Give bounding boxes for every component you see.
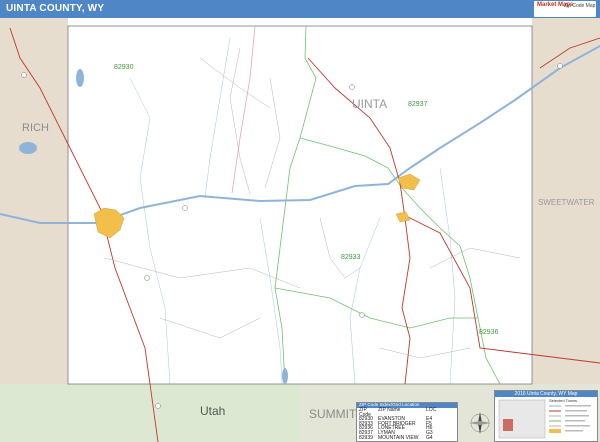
- label-rich-county: RICH: [22, 122, 49, 134]
- zip-index-table: ZIP Code Index/Grid Location ZIP Code ZI…: [356, 402, 458, 442]
- inset-county-highlight: [503, 419, 513, 431]
- lake-2: [19, 142, 37, 154]
- zip-label: 82937: [408, 101, 428, 108]
- zip-code-cell: 82939: [359, 434, 373, 441]
- label-sweetwater-county: SWEETWATER: [538, 198, 595, 207]
- legend-swatches: [549, 405, 561, 433]
- compass-rose-icon: [469, 412, 491, 434]
- inset-legend: 2016 Uinta County, WY Map Selected Towns: [494, 390, 598, 442]
- legend-text-lines: [565, 405, 591, 432]
- label-utah-state: Utah: [200, 404, 226, 418]
- lake-1: [76, 69, 84, 87]
- map-svg: [0, 18, 600, 442]
- map-title: UINTA COUNTY, WY: [6, 3, 105, 14]
- rich-county-area: [0, 18, 68, 384]
- zip-label: 82930: [114, 64, 134, 71]
- zip-index-row: 82939 MOUNTAIN VIEW G4: [357, 434, 457, 441]
- lake-3: [282, 368, 288, 384]
- zip-label: 82933: [341, 254, 361, 261]
- title-bar: UINTA COUNTY, WY Market Maps Zip Code Ma…: [0, 0, 600, 18]
- inset-map-svg: [498, 399, 591, 439]
- map-page: UINTA COUNTY, WY Market Maps Zip Code Ma…: [0, 0, 600, 442]
- label-uinta-county: UINTA: [352, 97, 388, 111]
- uinta-county-area: [67, 25, 533, 385]
- publisher-logo: Market Maps Zip Code Map: [534, 1, 596, 17]
- logo-subtext: Zip Code Map: [564, 3, 596, 9]
- map-canvas[interactable]: RICH UINTA SWEETWATER Utah SUMMIT 82930 …: [0, 18, 600, 442]
- zip-loc-cell: G4: [426, 434, 433, 441]
- zip-name-cell: MOUNTAIN VIEW: [378, 434, 419, 441]
- label-summit-county: SUMMIT: [309, 407, 357, 421]
- zip-label: 82936: [479, 329, 499, 336]
